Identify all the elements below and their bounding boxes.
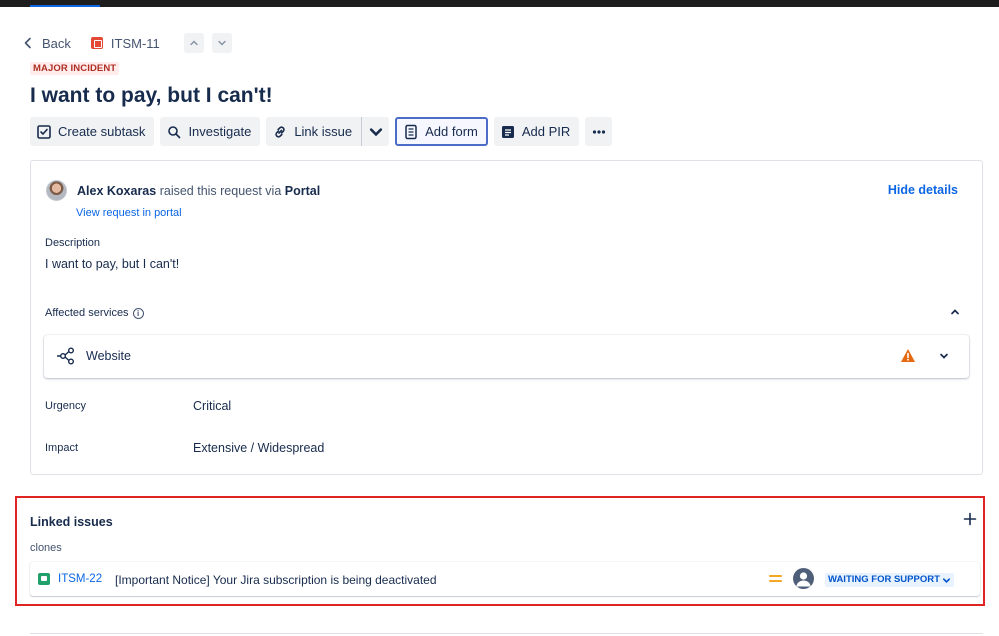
chevron-down-icon[interactable]	[938, 350, 950, 362]
request-channel: Portal	[284, 183, 321, 198]
service-name: Website	[86, 349, 131, 363]
linked-issues-section: Linked issues clones ITSM-22 [Important …	[15, 496, 985, 606]
add-form-label: Add form	[425, 124, 478, 139]
previous-issue-button[interactable]	[183, 33, 204, 53]
user-icon	[796, 572, 811, 587]
top-navigation-bar	[0, 0, 999, 7]
linked-issues-title: Linked issues	[30, 515, 113, 529]
urgency-value[interactable]: Critical	[193, 399, 231, 413]
urgency-label: Urgency	[45, 400, 86, 412]
affected-services-label: Affected services i	[45, 307, 144, 319]
add-form-button[interactable]: Add form	[395, 117, 488, 146]
hide-details-button[interactable]: Hide details	[888, 183, 958, 197]
create-subtask-button[interactable]: Create subtask	[30, 117, 155, 146]
warning-icon	[901, 349, 915, 362]
service-request-icon	[38, 573, 50, 585]
assignee-avatar[interactable]	[793, 568, 814, 589]
status-label: WAITING FOR SUPPORT	[828, 574, 940, 585]
link-issue-dropdown-button[interactable]	[362, 117, 389, 146]
info-icon[interactable]: i	[132, 307, 144, 319]
affected-services-text: Affected services	[45, 307, 129, 319]
status-badge[interactable]: WAITING FOR SUPPORT	[825, 573, 954, 587]
issue-key-link[interactable]: ITSM-11	[90, 35, 160, 51]
chevron-up-icon[interactable]	[949, 306, 961, 318]
description-label: Description	[45, 237, 101, 249]
search-icon	[168, 125, 181, 138]
form-icon	[405, 124, 417, 139]
add-pir-label: Add PIR	[521, 124, 571, 139]
reporter-line: Alex Koxaras raised this request via Por…	[46, 180, 320, 201]
create-subtask-label: Create subtask	[58, 124, 146, 139]
reporter-name[interactable]: Alex Koxaras	[77, 184, 156, 198]
issue-title[interactable]: I want to pay, but I can't!	[30, 84, 273, 108]
impact-value[interactable]: Extensive / Widespread	[193, 441, 324, 455]
investigate-label: Investigate	[188, 124, 252, 139]
plus-icon[interactable]	[963, 512, 977, 526]
linked-issue-row[interactable]: ITSM-22 [Important Notice] Your Jira sub…	[30, 562, 980, 596]
more-icon	[592, 129, 605, 134]
view-request-in-portal-link[interactable]: View request in portal	[76, 207, 182, 219]
document-icon	[501, 125, 514, 138]
chevron-left-icon	[24, 37, 31, 49]
active-tab-indicator	[30, 5, 100, 7]
affected-service-item[interactable]: Website	[44, 335, 969, 378]
chevron-up-icon	[190, 40, 198, 46]
avatar[interactable]	[46, 180, 67, 201]
link-issue-button[interactable]: Link issue	[266, 117, 363, 146]
service-graph-icon	[57, 347, 74, 365]
back-button[interactable]: Back	[22, 36, 71, 51]
issue-toolbar: Create subtask Investigate Link issue Ad…	[30, 117, 613, 146]
investigate-button[interactable]: Investigate	[160, 117, 261, 146]
linked-issue-key[interactable]: ITSM-22	[58, 573, 102, 585]
chevron-down-icon	[218, 40, 226, 46]
more-actions-button[interactable]	[585, 117, 613, 146]
link-issue-label: Link issue	[294, 124, 353, 139]
priority-medium-icon	[769, 575, 782, 582]
chevron-down-icon	[942, 577, 950, 583]
link-type-label: clones	[30, 542, 62, 554]
subtask-checkbox-icon	[37, 124, 51, 139]
raised-text: raised this request via	[159, 183, 282, 198]
impact-label: Impact	[45, 442, 79, 454]
description-text[interactable]: I want to pay, but I can't!	[45, 257, 179, 271]
back-label: Back	[42, 35, 71, 51]
link-icon	[275, 125, 285, 138]
incident-type-icon	[90, 37, 103, 49]
link-issue-split-button: Link issue	[266, 117, 390, 146]
linked-issue-summary[interactable]: [Important Notice] Your Jira subscriptio…	[115, 573, 437, 587]
next-issue-button[interactable]	[211, 33, 232, 53]
divider	[30, 633, 983, 634]
chevron-down-icon	[369, 127, 382, 136]
major-incident-badge: MAJOR INCIDENT	[30, 62, 120, 75]
breadcrumb: Back ITSM-11	[22, 32, 232, 54]
add-pir-button[interactable]: Add PIR	[493, 117, 580, 146]
request-details-card: Alex Koxaras raised this request via Por…	[30, 160, 983, 475]
issue-key: ITSM-11	[110, 35, 160, 51]
issue-navigation	[180, 33, 232, 53]
